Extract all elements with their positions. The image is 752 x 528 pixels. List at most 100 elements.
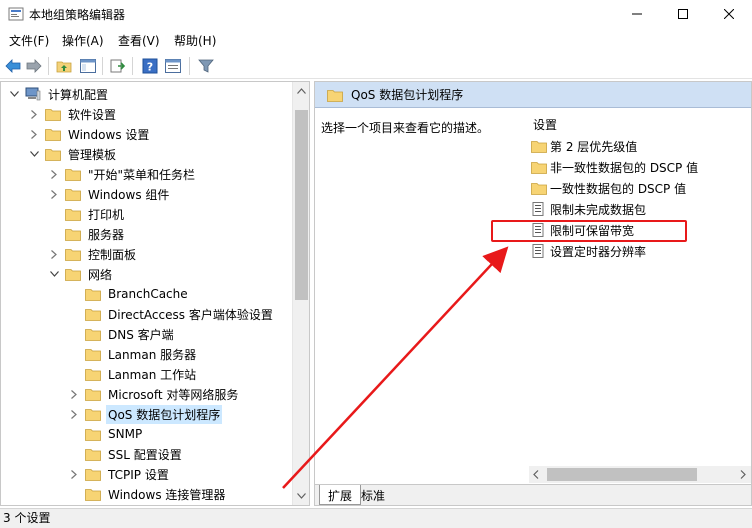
annotation-highlight-box [491,220,687,242]
expand-chevron-right-icon[interactable] [47,187,61,201]
tree-node-0[interactable]: 计算机配置 [7,84,110,104]
tree-node-13-lanman[interactable]: Lanman 服务器 [67,344,198,364]
filter-button[interactable] [196,56,216,76]
chevron-right-icon[interactable] [740,470,746,479]
title-bar: 本地组策略编辑器 [0,0,752,28]
tree-node-6[interactable]: 打印机 [47,204,126,224]
tree-node-16-qos[interactable]: QoS 数据包计划程序 [67,404,223,424]
close-button[interactable] [706,0,752,28]
up-level-button[interactable] [54,56,74,76]
tree-node-17-snmp[interactable]: SNMP [67,424,144,444]
expand-chevron-right-icon[interactable] [67,467,81,481]
details-pane: QoS 数据包计划程序 选择一个项目来查看它的描述。 设置 第 2 层优先级值非… [314,81,752,506]
folder-icon [45,147,61,161]
tree-node-14-lanman[interactable]: Lanman 工作站 [67,364,198,384]
expand-chevron-right-icon[interactable] [67,407,81,421]
details-header-title: QoS 数据包计划程序 [351,88,464,102]
view-tabs: 扩展 标准 [315,484,751,505]
tree-node-4[interactable]: "开始"菜单和任务栏 [47,164,197,184]
tree-node-5-windows[interactable]: Windows 组件 [47,184,171,204]
tree-node-12-dns[interactable]: DNS 客户端 [67,324,176,344]
tree-node-label: 管理模板 [68,147,117,162]
hscroll-thumb[interactable] [547,468,697,481]
menu-view[interactable]: 查看(V) [118,32,160,49]
tree-node-18-ssl[interactable]: SSL 配置设置 [67,444,184,464]
folder-icon [85,347,101,361]
properties-button[interactable] [163,56,183,76]
console-tree-pane: Windows 连接管理器 TCPIP 设置 SSL 配置设置 SNMP QoS 数据包… [0,81,310,506]
menu-help[interactable]: 帮助(H) [174,32,216,49]
export-list-button[interactable] [108,56,128,76]
tree-node-9[interactable]: 网络 [47,264,114,284]
menu-file[interactable]: 文件(F) [9,32,49,49]
window-title: 本地组策略编辑器 [29,8,126,22]
folder-up-icon [56,61,72,73]
tree-node-3[interactable]: 管理模板 [27,144,118,164]
expand-chevron-down-icon[interactable] [7,87,21,101]
back-button[interactable] [3,56,23,76]
expand-chevron-right-icon[interactable] [67,387,81,401]
help-button[interactable]: ? [140,56,160,76]
tree-node-label: 控制面板 [88,247,137,262]
help-icon: ? [142,58,158,74]
chevron-left-icon[interactable] [533,470,539,479]
list-item-setting[interactable]: 限制未完成数据包 [531,199,646,219]
folder-icon [531,181,547,195]
app-icon [8,7,24,21]
list-item-label: 第 2 层优先级值 [550,139,638,154]
policy-setting-icon [531,202,545,216]
scroll-down-arrow[interactable] [293,487,309,504]
tab-standard[interactable]: 标准 [353,485,393,505]
tree-node-label: 计算机配置 [48,87,109,102]
folder-icon [85,287,101,301]
list-horizontal-scrollbar[interactable] [529,466,751,483]
tree-node-11-directaccess[interactable]: DirectAccess 客户端体验设置 [67,304,275,324]
tree-node-label: "开始"菜单和任务栏 [88,167,196,182]
expand-chevron-down-icon[interactable] [27,147,41,161]
tree-node-20-windows[interactable]: Windows 连接管理器 [67,484,227,504]
list-item-setting[interactable]: 设置定时器分辨率 [531,241,646,261]
tree-node-label: Microsoft 对等网络服务 [108,387,239,402]
tree-node-10-branchcache[interactable]: BranchCache [67,284,190,304]
tree-node-7[interactable]: 服务器 [47,224,126,244]
column-header-setting[interactable]: 设置 [533,116,557,133]
tree-node-19-tcpip[interactable]: TCPIP 设置 [67,464,171,484]
tree-node-8[interactable]: 控制面板 [47,244,138,264]
expand-chevron-right-icon[interactable] [47,247,61,261]
expand-chevron-right-icon[interactable] [27,107,41,121]
forward-button[interactable] [24,56,44,76]
folder-icon [65,247,81,261]
maximize-icon [678,9,688,19]
maximize-button[interactable] [660,0,706,28]
scroll-thumb[interactable] [295,110,308,300]
computer-icon [25,87,41,101]
show-hide-tree-button[interactable] [78,56,98,76]
folder-icon [85,387,101,401]
list-item-folder[interactable]: 非一致性数据包的 DSCP 值 [531,157,698,177]
tree-node-1[interactable]: 软件设置 [27,104,118,124]
status-bar: 3 个设置 [0,508,752,528]
menu-action[interactable]: 操作(A) [62,32,104,49]
scroll-up-arrow[interactable] [293,82,309,99]
tree-node-label: SNMP [108,427,143,441]
tree-node-label: BranchCache [108,287,188,301]
expand-chevron-right-icon[interactable] [47,167,61,181]
tree-node-label: Windows 连接管理器 [108,487,226,502]
tree-node-2-windows[interactable]: Windows 设置 [27,124,151,144]
chevron-up-icon [297,87,306,94]
tree-node-label: DirectAccess 客户端体验设置 [108,307,273,322]
folder-icon [65,227,81,241]
list-item-folder[interactable]: 第 2 层优先级值 [531,136,637,156]
expand-chevron-right-icon[interactable] [27,127,41,141]
tree-node-15-microsoft[interactable]: Microsoft 对等网络服务 [67,384,240,404]
properties-icon [165,59,181,73]
list-item-folder[interactable]: 一致性数据包的 DSCP 值 [531,178,686,198]
folder-icon [85,487,101,501]
minimize-button[interactable] [614,0,660,28]
expand-chevron-down-icon[interactable] [47,267,61,281]
folder-icon [45,127,61,141]
tree-vertical-scrollbar[interactable] [292,82,309,505]
